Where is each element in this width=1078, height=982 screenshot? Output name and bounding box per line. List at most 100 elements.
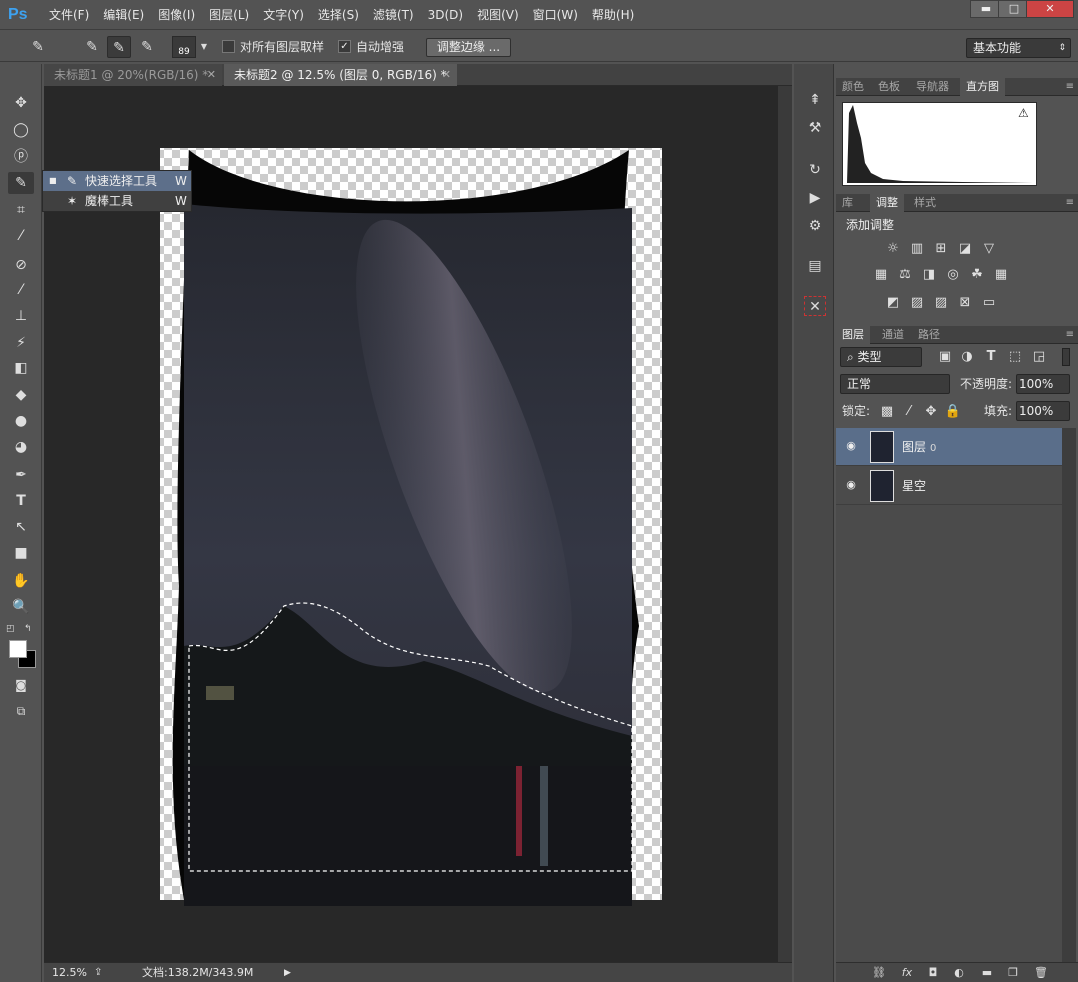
close-panel-icon[interactable]: ✕ xyxy=(804,296,826,316)
menu-filter[interactable]: 滤镜(T) xyxy=(366,0,421,30)
shape-filter-icon[interactable]: ⬚ xyxy=(1006,348,1024,366)
history-brush-tool-icon[interactable]: ⚡ xyxy=(8,332,34,354)
default-colors-icon[interactable]: ◰ xyxy=(6,624,18,634)
lock-position-icon[interactable]: ✥ xyxy=(922,403,940,421)
layer-row[interactable]: ◉ 星空 xyxy=(836,467,1062,505)
tab-layers[interactable]: 图层 xyxy=(836,326,870,344)
tab-document-2[interactable]: 未标题2 @ 12.5% (图层 0, RGB/16) * ✕ xyxy=(224,64,457,86)
document-canvas[interactable] xyxy=(44,86,778,962)
panel-menu-icon[interactable]: ≡ xyxy=(1066,326,1074,344)
posterize-icon[interactable]: ▨ xyxy=(908,294,926,312)
add-to-selection-icon[interactable]: ✎ xyxy=(107,36,131,58)
layers-scrollbar[interactable] xyxy=(1062,428,1076,962)
dodge-tool-icon[interactable]: ◕ xyxy=(8,436,34,458)
tab-channels[interactable]: 通道 xyxy=(876,326,910,344)
lock-image-icon[interactable]: ⁄ xyxy=(900,403,918,421)
path-selection-tool-icon[interactable]: ↖ xyxy=(8,516,34,538)
tab-paths[interactable]: 路径 xyxy=(912,326,946,344)
menu-image[interactable]: 图像(I) xyxy=(151,0,202,30)
adjustment-filter-icon[interactable]: ◑ xyxy=(958,348,976,366)
trash-icon[interactable]: 🗑 xyxy=(1032,965,1050,981)
vertical-scrollbar[interactable] xyxy=(778,86,792,962)
refine-edge-button[interactable]: 调整边缘 ... xyxy=(426,38,511,57)
menu-help[interactable]: 帮助(H) xyxy=(585,0,641,30)
menu-select[interactable]: 选择(S) xyxy=(311,0,366,30)
crop-tool-icon[interactable]: ⌗ xyxy=(8,199,34,221)
gradient-map-icon[interactable]: ▽ xyxy=(980,240,998,258)
fill-input[interactable]: 100% xyxy=(1016,401,1070,421)
lasso-tool-icon[interactable]: ⓟ xyxy=(8,146,34,168)
menu-file[interactable]: 文件(F) xyxy=(42,0,96,30)
lock-all-icon[interactable]: 🔒 xyxy=(944,403,962,421)
flyout-item-quick-selection[interactable]: ■ ✎ 快速选择工具 W xyxy=(43,171,191,191)
curves-icon[interactable]: ⊞ xyxy=(932,240,950,258)
eyedropper-tool-icon[interactable]: ⁄ xyxy=(8,225,34,247)
new-selection-icon[interactable]: ✎ xyxy=(80,36,104,58)
screen-mode-icon[interactable]: ⧉ xyxy=(8,700,34,722)
zoom-level[interactable]: 12.5% xyxy=(52,965,87,981)
mask-icon[interactable]: ◘ xyxy=(924,965,942,981)
paint-bucket-tool-icon[interactable]: ◆ xyxy=(8,384,34,406)
history-icon[interactable]: ↻ xyxy=(804,160,826,180)
canvas-area[interactable] xyxy=(44,86,778,962)
fx-icon[interactable]: fx xyxy=(898,965,916,981)
close-icon[interactable]: ✕ xyxy=(207,64,216,86)
menu-edit[interactable]: 编辑(E) xyxy=(96,0,151,30)
tab-libraries[interactable]: 库 xyxy=(836,194,859,212)
subtract-selection-icon[interactable]: ✎ xyxy=(135,36,159,58)
menu-type[interactable]: 文字(Y) xyxy=(256,0,311,30)
rectangle-tool-icon[interactable]: ■ xyxy=(8,542,34,564)
marquee-tool-icon[interactable]: ◯ xyxy=(8,119,34,141)
close-icon[interactable]: ✕ xyxy=(442,64,451,86)
actions-icon[interactable]: ▶ xyxy=(804,188,826,208)
eye-icon[interactable]: ◉ xyxy=(844,439,858,453)
blur-tool-icon[interactable]: ● xyxy=(8,410,34,432)
filter-toggle[interactable] xyxy=(1062,348,1070,366)
swap-colors-icon[interactable]: ↰ xyxy=(24,624,36,634)
brush-presets-icon[interactable]: ⇞ xyxy=(804,90,826,110)
panel-menu-icon[interactable]: ≡ xyxy=(1066,78,1074,96)
menu-view[interactable]: 视图(V) xyxy=(470,0,526,30)
gradient-icon[interactable]: ▭ xyxy=(980,294,998,312)
smart-object-filter-icon[interactable]: ◲ xyxy=(1030,348,1048,366)
close-button[interactable]: ✕ xyxy=(1026,0,1074,18)
properties-icon[interactable]: ⚙ xyxy=(804,216,826,236)
warning-icon[interactable]: ⚠ xyxy=(1018,106,1029,120)
tab-document-1[interactable]: 未标题1 @ 20%(RGB/16) * ✕ xyxy=(44,64,222,86)
threshold-icon[interactable]: ▨ xyxy=(932,294,950,312)
blend-mode-select[interactable]: 正常 xyxy=(840,374,950,394)
invert-icon[interactable]: ◩ xyxy=(884,294,902,312)
share-icon[interactable]: ⇪ xyxy=(94,965,102,981)
play-icon[interactable]: ▶ xyxy=(284,965,291,981)
tab-swatches[interactable]: 色板 xyxy=(872,78,906,96)
brush-tool-icon[interactable]: ⁄ xyxy=(8,279,34,301)
type-tool-icon[interactable]: T xyxy=(8,490,34,512)
folder-icon[interactable]: ▬ xyxy=(978,965,996,981)
levels-icon[interactable]: ▥ xyxy=(908,240,926,258)
channel-mixer-icon[interactable]: ☘ xyxy=(968,266,986,284)
tab-styles[interactable]: 样式 xyxy=(908,194,942,212)
type-filter-icon[interactable]: T xyxy=(982,348,1000,366)
black-white-icon[interactable]: ◨ xyxy=(920,266,938,284)
brightness-icon[interactable]: ☼ xyxy=(884,240,902,258)
brush-size-picker[interactable]: 89 xyxy=(172,36,196,58)
pen-tool-icon[interactable]: ✒ xyxy=(8,464,34,486)
tab-adjustments[interactable]: 调整 xyxy=(870,194,904,212)
auto-enhance-checkbox[interactable]: ✓ xyxy=(338,40,351,53)
link-icon[interactable]: ⛓ xyxy=(870,965,888,981)
new-layer-icon[interactable]: ❐ xyxy=(1004,965,1022,981)
quick-selection-tool-icon[interactable]: ✎ xyxy=(8,172,34,194)
healing-brush-tool-icon[interactable]: ⊘ xyxy=(8,254,34,276)
chevron-down-icon[interactable]: ▼ xyxy=(198,36,210,58)
workspace-select[interactable]: 基本功能 ⇕ xyxy=(966,38,1071,58)
color-balance-icon[interactable]: ⚖ xyxy=(896,266,914,284)
color-lookup-icon[interactable]: ▦ xyxy=(992,266,1010,284)
menu-window[interactable]: 窗口(W) xyxy=(526,0,585,30)
tab-navigator[interactable]: 导航器 xyxy=(910,78,955,96)
tool-preset-icon[interactable]: ✎ xyxy=(26,36,50,58)
hand-tool-icon[interactable]: ✋ xyxy=(8,570,34,592)
quick-mask-icon[interactable]: ◙ xyxy=(8,674,34,696)
adjustment-layer-icon[interactable]: ◐ xyxy=(950,965,968,981)
photo-filter-icon[interactable]: ◎ xyxy=(944,266,962,284)
selective-color-icon[interactable]: ⊠ xyxy=(956,294,974,312)
